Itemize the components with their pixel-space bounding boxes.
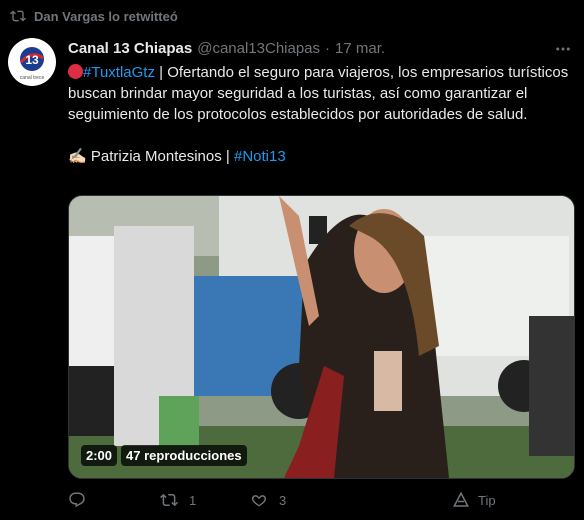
retweet-label: Dan Vargas lo retwitteó — [34, 8, 178, 24]
more-options-button[interactable] — [554, 40, 572, 59]
hashtag-noti13[interactable]: #Noti13 — [234, 148, 286, 165]
video-player[interactable]: 2:00 47 reproducciones — [68, 195, 575, 479]
tip-icon — [453, 491, 469, 507]
hashtag-tuxtlagtz[interactable]: #TuxtlaGtz — [83, 64, 155, 81]
retweet-context[interactable]: Dan Vargas lo retwitteó — [10, 6, 178, 26]
tweet-date[interactable]: 17 mar. — [335, 40, 385, 57]
tweet-text: #TuxtlaGtz | Ofertando el seguro para vi… — [68, 62, 576, 167]
video-badges: 2:00 47 reproducciones — [81, 445, 247, 466]
like-button[interactable]: 3 — [250, 491, 286, 509]
avatar-caption: canal trece — [20, 75, 45, 81]
reply-icon — [69, 492, 85, 508]
account-handle[interactable]: @canal13Chiapas — [197, 40, 320, 57]
header-separator: · — [325, 40, 331, 57]
signature-text: Patrizia Montesinos | — [86, 148, 234, 165]
retweet-icon — [10, 10, 26, 22]
tip-label: Tip — [478, 492, 496, 508]
reply-button[interactable] — [68, 491, 97, 509]
avatar[interactable]: 13 canal trece — [8, 38, 56, 86]
retweet-count: 1 — [189, 492, 197, 508]
tweet-actions: 1 3 Tip — [68, 490, 498, 510]
red-circle-icon — [68, 64, 83, 79]
video-duration: 2:00 — [81, 445, 118, 466]
retweet-button[interactable]: 1 — [160, 491, 196, 509]
video-views: 47 reproducciones — [121, 445, 247, 466]
like-count: 3 — [279, 492, 287, 508]
canal13-logo-icon: 13 canal trece — [20, 47, 45, 81]
avatar-label: 13 — [25, 53, 39, 67]
account-name[interactable]: Canal 13 Chiapas — [68, 40, 192, 57]
video-thumbnail — [69, 196, 574, 478]
tweet-header: Canal 13 Chiapas @canal13Chiapas · 17 ma… — [68, 40, 572, 57]
heart-icon — [251, 495, 267, 507]
more-icon — [556, 47, 570, 51]
retweet-icon — [160, 493, 178, 507]
writing-hand-icon: ✍🏻 — [68, 148, 87, 165]
tip-button[interactable]: Tip — [452, 491, 496, 509]
